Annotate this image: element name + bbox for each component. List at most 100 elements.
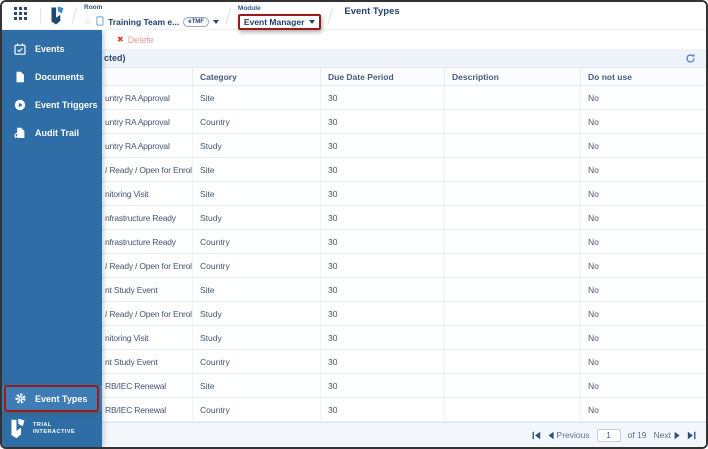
cell-description: [444, 254, 580, 277]
table-row[interactable]: nt Study Event Country 30 No: [102, 350, 706, 374]
previous-label: Previous: [556, 430, 590, 440]
table-row[interactable]: RB/IEC Renewal Site 30 No: [102, 374, 706, 398]
cell-due-date-period: 30: [320, 86, 444, 109]
sidebar-item-events[interactable]: Events: [2, 35, 102, 63]
module-selector[interactable]: Module Event Manager: [237, 2, 322, 30]
delete-x-icon: ✖: [117, 34, 124, 44]
refresh-icon: [686, 53, 695, 63]
page-title: Event Types: [344, 5, 400, 17]
breadcrumb-separator: [71, 7, 78, 24]
first-page-button[interactable]: [532, 431, 541, 440]
divider: [40, 7, 41, 24]
cell-event-type-name: untry RA Approval: [105, 140, 170, 151]
table-row[interactable]: untry RA Approval Country 30 No: [102, 110, 706, 134]
last-page-button[interactable]: [687, 431, 696, 440]
table-row[interactable]: RB/IEC Renewal Country 30 No: [102, 398, 706, 422]
cell-category: Site: [192, 278, 320, 301]
sidebar-item-event-triggers[interactable]: Event Triggers: [2, 91, 102, 119]
table-row[interactable]: nfrastructure Ready Study 30 No: [102, 206, 706, 230]
cell-do-not-use: No: [580, 278, 706, 301]
cell-description: [444, 206, 580, 229]
cell-event-type-name: nitoring Visit: [105, 188, 149, 199]
cell-event-type-name: nitoring Visit: [105, 332, 149, 343]
module-value: Event Manager: [243, 16, 305, 27]
cell-due-date-period: 30: [320, 230, 444, 253]
table-row[interactable]: untry RA Approval Site 30 No: [102, 86, 706, 110]
cell-event-type-name: / Ready / Open for Enrol...: [105, 164, 192, 175]
cell-description: [444, 278, 580, 301]
next-label: Next: [653, 430, 671, 440]
cell-do-not-use: No: [580, 230, 706, 253]
gear-icon: [14, 393, 26, 405]
cell-event-type-name: untry RA Approval: [105, 92, 170, 103]
table-row[interactable]: untry RA Approval Study 30 No: [102, 134, 706, 158]
sidebar-item-label: Event Triggers: [35, 100, 98, 110]
cell-do-not-use: No: [580, 398, 706, 421]
toolbar: ✖ Delete: [102, 30, 706, 49]
cell-do-not-use: No: [580, 134, 706, 157]
previous-page-button[interactable]: Previous: [548, 430, 590, 440]
refresh-button[interactable]: [685, 53, 696, 64]
cell-due-date-period: 30: [320, 254, 444, 277]
table-row[interactable]: / Ready / Open for Enrol... Site 30 No: [102, 158, 706, 182]
page-number-input[interactable]: [596, 428, 621, 442]
main-content: ✖ Delete cted) Category Due Date Period …: [102, 30, 706, 447]
cell-event-type-name: RB/IEC Renewal: [105, 404, 166, 415]
table-row[interactable]: nfrastructure Ready Country 30 No: [102, 230, 706, 254]
sidebar-item-event-types[interactable]: Event Types: [2, 385, 102, 412]
cell-do-not-use: No: [580, 302, 706, 325]
chevron-down-icon: [309, 19, 316, 24]
document-icon: [14, 71, 26, 83]
app-launcher-button[interactable]: [12, 6, 28, 24]
sidebar-item-label: Documents: [35, 72, 85, 82]
module-label: Module: [237, 4, 261, 12]
cell-category: Study: [192, 326, 320, 349]
cell-description: [444, 182, 580, 205]
column-header-description[interactable]: Description: [444, 68, 580, 85]
skip-first-icon: [532, 431, 540, 439]
favorite-star-icon[interactable]: ☆: [84, 17, 92, 26]
cell-do-not-use: No: [580, 326, 706, 349]
chevron-down-icon: [212, 19, 219, 24]
table-row[interactable]: nitoring Visit Site 30 No: [102, 182, 706, 206]
cell-category: Study: [192, 134, 320, 157]
calendar-check-icon: [14, 43, 26, 55]
cell-due-date-period: 30: [320, 374, 444, 397]
room-selector[interactable]: Room ☆ Training Team e... eTMF: [84, 2, 219, 31]
annotation-box-module: Event Manager: [237, 13, 322, 30]
cell-do-not-use: No: [580, 206, 706, 229]
cell-description: [444, 398, 580, 421]
sidebar-item-label: Events: [35, 44, 65, 54]
table-row[interactable]: / Ready / Open for Enrol... Study 30 No: [102, 302, 706, 326]
cell-do-not-use: No: [580, 86, 706, 109]
cell-description: [444, 350, 580, 373]
cell-due-date-period: 30: [320, 398, 444, 421]
room-name: Training Team e...: [108, 16, 180, 27]
next-page-button[interactable]: Next: [654, 430, 680, 440]
cell-due-date-period: 30: [320, 134, 444, 157]
column-header-category[interactable]: Category: [192, 68, 320, 85]
table-row[interactable]: / Ready / Open for Enrol... Country 30 N…: [102, 254, 706, 278]
column-header-name[interactable]: [102, 68, 192, 85]
previous-icon: [548, 431, 554, 439]
cell-event-type-name: / Ready / Open for Enrol...: [105, 260, 192, 271]
logo-text-line2: INTERACTIVE: [33, 429, 76, 435]
delete-button[interactable]: Delete: [128, 35, 154, 45]
table-row[interactable]: nitoring Visit Study 30 No: [102, 326, 706, 350]
cell-category: Country: [192, 110, 320, 133]
cell-due-date-period: 30: [320, 326, 444, 349]
cell-do-not-use: No: [580, 110, 706, 133]
sidebar-item-documents[interactable]: Documents: [2, 63, 102, 91]
table-body: untry RA Approval Site 30 No untry RA Ap…: [102, 86, 706, 447]
cell-category: Study: [192, 206, 320, 229]
pagination-bar: Previous of 19 Next: [102, 422, 706, 447]
cell-due-date-period: 30: [320, 182, 444, 205]
column-header-do-not-use[interactable]: Do not use: [580, 68, 706, 85]
cell-category: Country: [192, 254, 320, 277]
table-header-row: Category Due Date Period Description Do …: [102, 67, 706, 86]
trial-interactive-footer-logo: TRIAL INTERACTIVE: [2, 411, 102, 447]
column-header-due-date-period[interactable]: Due Date Period: [320, 68, 444, 85]
cell-description: [444, 326, 580, 349]
sidebar-item-audit-trail[interactable]: Audit Trail: [2, 119, 102, 147]
table-row[interactable]: nt Study Event Site 30 No: [102, 278, 706, 302]
